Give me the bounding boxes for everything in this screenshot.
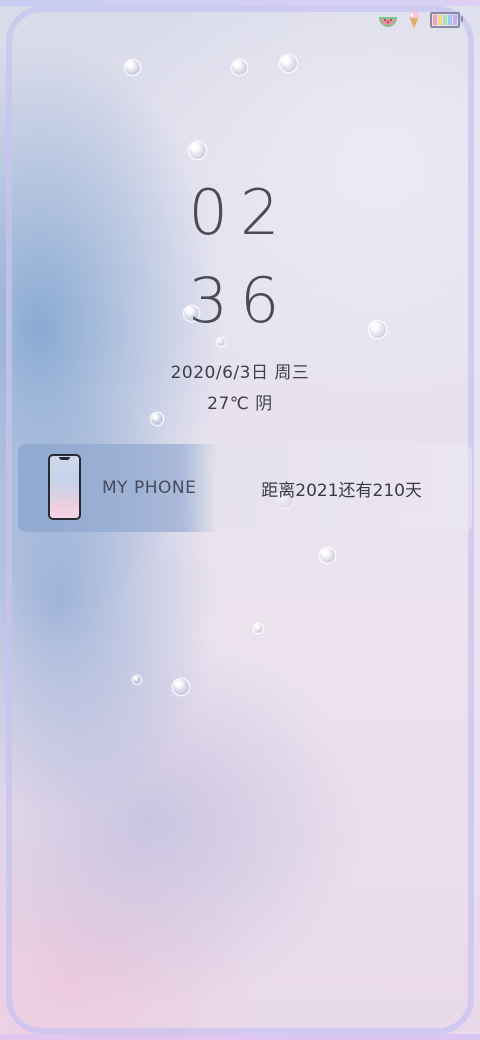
battery-segment	[433, 15, 437, 25]
frame-bottom-border	[0, 1034, 480, 1040]
phone-image	[48, 454, 81, 520]
countdown-text: 距离2021还有210天	[261, 481, 422, 501]
watermelon-icon	[378, 10, 398, 30]
clock-minutes: 36	[188, 264, 292, 337]
battery-icon	[430, 12, 463, 28]
bubble-decoration	[132, 675, 142, 685]
battery-segment	[453, 15, 457, 25]
status-bar	[378, 10, 463, 30]
bubble-decoration	[124, 59, 141, 76]
battery-segment	[443, 15, 447, 25]
my-phone-widget[interactable]: MY PHONE 距离2021还有210天	[18, 444, 472, 532]
ice-cream-icon	[404, 10, 424, 30]
bubble-decoration	[253, 623, 264, 634]
bubble-decoration	[319, 547, 336, 564]
bubble-decoration	[188, 141, 207, 160]
widget-title: MY PHONE	[102, 478, 197, 498]
bubble-decoration	[150, 412, 164, 426]
weather-text: 27℃ 阴	[207, 394, 273, 414]
bubble-decoration	[216, 337, 226, 347]
bubble-decoration	[231, 59, 248, 76]
battery-segment	[448, 15, 452, 25]
bubble-decoration	[279, 54, 298, 73]
frame-top-border	[0, 0, 480, 6]
bubble-decoration	[172, 678, 190, 696]
clock-hours: 02	[188, 176, 292, 249]
date-text: 2020/6/3日 周三	[170, 363, 310, 383]
lock-screen-wallpaper: 02 36 2020/6/3日 周三 27℃ 阴 MY PHONE 距离2021…	[0, 0, 480, 1040]
battery-segment	[438, 15, 442, 25]
